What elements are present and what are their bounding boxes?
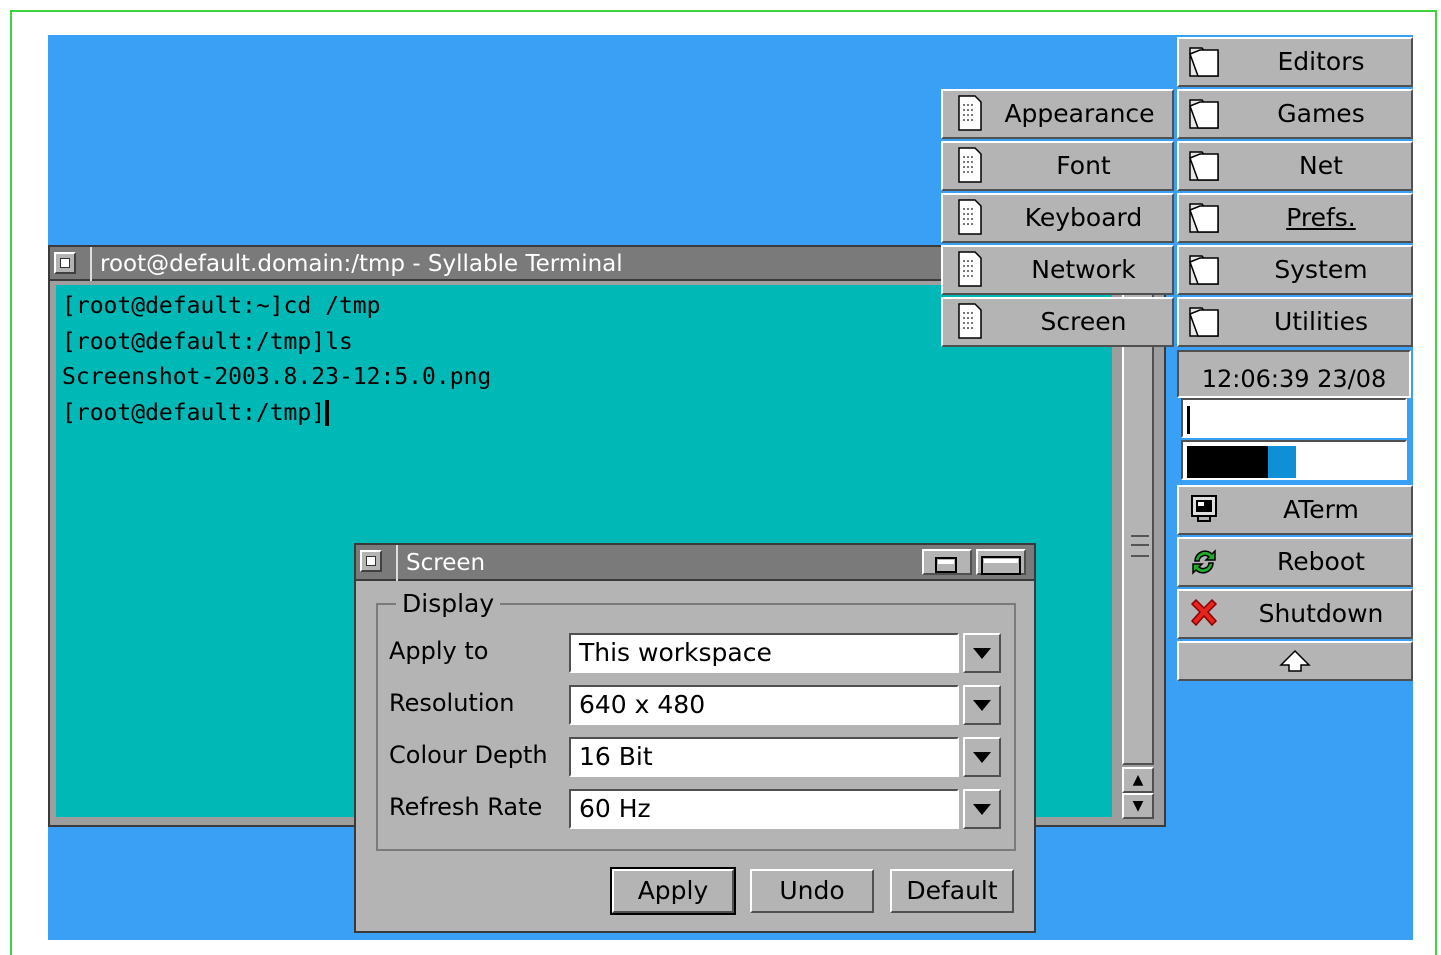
meter-marker [1187, 406, 1190, 434]
folder-icon [1189, 307, 1219, 337]
display-group-label: Display [396, 589, 501, 618]
terminal-scrollbar[interactable]: ▲ ▼ [1120, 285, 1158, 819]
scroll-down-button[interactable]: ▼ [1122, 793, 1154, 819]
dock-folder-editors[interactable]: Editors [1177, 37, 1413, 87]
maximize-button[interactable] [976, 549, 1026, 575]
dock-folder-system[interactable]: System [1177, 245, 1413, 295]
apply-to-select[interactable]: This workspace [569, 633, 1001, 673]
terminal-title: root@default.domain:/tmp - Syllable Term… [90, 247, 623, 281]
terminal-line: Screenshot-2003.8.23-12:5.0.png [62, 364, 492, 390]
undo-button[interactable]: Undo [750, 869, 874, 913]
shutdown-icon [1190, 598, 1218, 627]
dock-folder-label: Net [1299, 151, 1343, 180]
menu-item-keyboard[interactable]: Keyboard [941, 193, 1174, 243]
folder-icon [1189, 203, 1219, 233]
apply-button[interactable]: Apply [610, 867, 736, 915]
terminal-prompt-line: [root@default:/tmp] [62, 396, 1106, 432]
scroll-up-button[interactable]: ▲ [1122, 767, 1154, 793]
refresh-rate-label: Refresh Rate [389, 793, 543, 821]
dock-collapse-button[interactable] [1177, 641, 1413, 681]
reboot-icon [1192, 549, 1216, 575]
menu-item-label: Font [1056, 151, 1111, 180]
chevron-down-icon[interactable] [963, 737, 1001, 777]
clock: 12:06:39 23/08 [1177, 350, 1411, 398]
minimize-button[interactable] [922, 549, 972, 575]
dock-folder-label: Prefs. [1286, 203, 1356, 232]
menu-item-label: Screen [1040, 307, 1127, 336]
resolution-value[interactable]: 640 x 480 [569, 685, 959, 725]
memory-meter [1181, 440, 1407, 480]
menu-item-screen[interactable]: Screen [941, 297, 1174, 347]
dialog-close-button[interactable] [360, 550, 382, 572]
document-icon [958, 303, 982, 339]
dock-folder-games[interactable]: Games [1177, 89, 1413, 139]
dock-folder-net[interactable]: Net [1177, 141, 1413, 191]
menu-item-appearance[interactable]: Appearance [941, 89, 1174, 139]
folder-icon [1189, 47, 1219, 77]
dock-launcher-reboot[interactable]: Reboot [1177, 537, 1413, 587]
dock-folder-label: System [1274, 255, 1368, 284]
terminal-prompt: [root@default:/tmp] [62, 399, 326, 426]
document-icon [958, 147, 982, 183]
chevron-down-icon[interactable] [963, 789, 1001, 829]
scrollbar-thumb[interactable] [1122, 285, 1154, 765]
colour-depth-value[interactable]: 16 Bit [569, 737, 959, 777]
refresh-rate-value[interactable]: 60 Hz [569, 789, 959, 829]
menu-item-label: Keyboard [1024, 203, 1143, 232]
document-icon [958, 95, 982, 131]
folder-icon [1189, 99, 1219, 129]
dialog-title: Screen [396, 545, 485, 581]
dock-folder-label: Games [1277, 99, 1365, 128]
dock-folder-label: Editors [1277, 47, 1365, 76]
resolution-label: Resolution [389, 689, 515, 717]
folder-icon [1189, 151, 1219, 181]
chevron-down-icon[interactable] [963, 633, 1001, 673]
screen-dialog[interactable]: Screen Display Apply to This workspace R… [354, 543, 1036, 933]
document-icon [958, 251, 982, 287]
terminal-close-button[interactable] [54, 252, 76, 274]
maximize-icon [981, 556, 1021, 575]
apply-to-label: Apply to [389, 637, 489, 665]
grip-icon [1131, 535, 1149, 557]
dock-folder-utilities[interactable]: Utilities [1177, 297, 1413, 347]
dock-folder-prefs[interactable]: Prefs. [1177, 193, 1413, 243]
memory-cache-bar [1268, 446, 1296, 478]
menu-item-label: Appearance [1004, 99, 1155, 128]
menu-item-label: Network [1031, 255, 1136, 284]
dialog-titlebar[interactable]: Screen [356, 545, 1034, 581]
terminal-icon [1191, 495, 1217, 522]
chevron-down-icon[interactable] [963, 685, 1001, 725]
dock-launcher-aterm[interactable]: ATerm [1177, 485, 1413, 535]
apply-to-value[interactable]: This workspace [569, 633, 959, 673]
document-icon [958, 199, 982, 235]
default-button[interactable]: Default [890, 869, 1014, 913]
cpu-meter [1181, 398, 1407, 438]
dock-launcher-label: Reboot [1277, 547, 1365, 576]
colour-depth-label: Colour Depth [389, 741, 548, 769]
colour-depth-select[interactable]: 16 Bit [569, 737, 1001, 777]
dock-launcher-shutdown[interactable]: Shutdown [1177, 589, 1413, 639]
up-arrow-icon [1279, 649, 1311, 672]
menu-item-network[interactable]: Network [941, 245, 1174, 295]
menu-item-font[interactable]: Font [941, 141, 1174, 191]
minimize-icon [935, 557, 957, 573]
resolution-select[interactable]: 640 x 480 [569, 685, 1001, 725]
dock-launcher-label: Shutdown [1258, 599, 1384, 628]
text-cursor [325, 400, 330, 426]
memory-used-bar [1187, 446, 1268, 478]
folder-icon [1189, 255, 1219, 285]
dock-launcher-label: ATerm [1283, 495, 1359, 524]
refresh-rate-select[interactable]: 60 Hz [569, 789, 1001, 829]
dock-folder-label: Utilities [1273, 307, 1369, 336]
